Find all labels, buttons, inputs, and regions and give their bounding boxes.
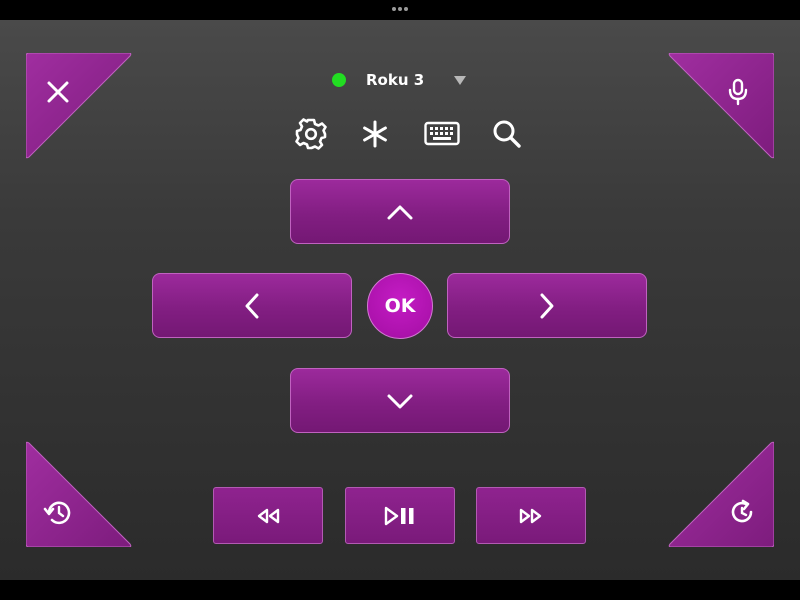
close-corner-button[interactable]: [26, 53, 132, 159]
dpad-up-button[interactable]: [290, 179, 510, 244]
microphone-icon: [728, 78, 748, 106]
chevron-up-icon: [387, 205, 413, 219]
asterisk-icon: [363, 120, 387, 148]
chevron-down-icon: [454, 75, 467, 85]
device-name: Roku 3: [366, 71, 425, 89]
instant-replay-corner-button[interactable]: [668, 441, 774, 547]
voice-search-corner-button[interactable]: [668, 53, 774, 159]
connection-status-indicator: [332, 73, 346, 87]
chevron-down-icon: [387, 394, 413, 408]
chevron-left-icon: [245, 293, 259, 318]
dpad-down-button[interactable]: [290, 368, 510, 433]
keyboard-button[interactable]: [422, 114, 462, 154]
gear-icon: [295, 118, 327, 150]
ok-button[interactable]: OK: [367, 273, 433, 339]
close-icon: [47, 81, 69, 103]
remote-screen: Roku 3 OK: [0, 20, 800, 580]
window-handle-dots[interactable]: [392, 6, 408, 12]
chevron-right-icon: [540, 293, 554, 318]
rewind-button[interactable]: [213, 487, 323, 544]
fast-forward-icon: [519, 508, 542, 523]
dpad-right-button[interactable]: [447, 273, 647, 338]
search-icon: [493, 120, 521, 148]
settings-button[interactable]: [291, 114, 331, 154]
options-button[interactable]: [355, 114, 395, 154]
rewind-icon: [257, 508, 280, 523]
play-pause-button[interactable]: [345, 487, 455, 544]
device-selector[interactable]: Roku 3: [332, 67, 467, 93]
dpad-left-button[interactable]: [152, 273, 352, 338]
instant-replay-history-corner-button[interactable]: [26, 441, 132, 547]
play-pause-icon: [384, 506, 414, 525]
fast-forward-button[interactable]: [476, 487, 586, 544]
search-button[interactable]: [487, 114, 527, 154]
history-icon: [43, 501, 71, 525]
ok-label: OK: [384, 295, 416, 317]
keyboard-icon: [424, 121, 460, 146]
replay-icon: [731, 499, 753, 523]
